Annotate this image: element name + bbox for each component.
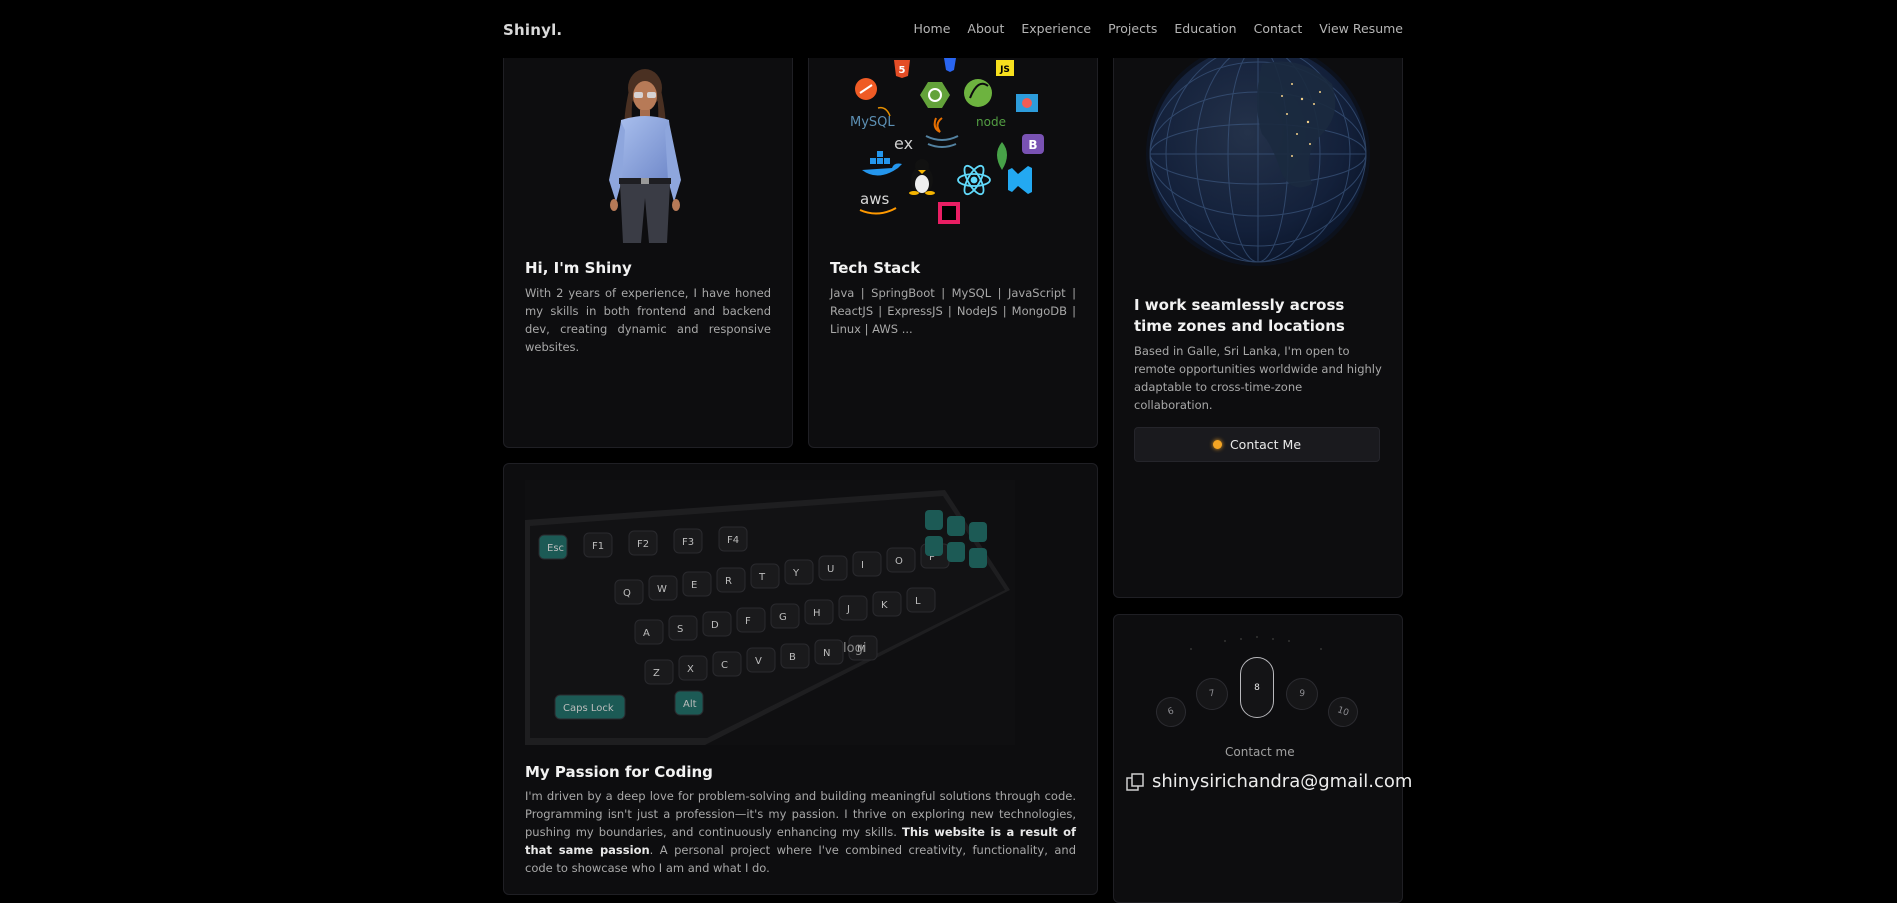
aws-icon: aws [859,190,897,215]
mongodb-icon [997,142,1007,170]
svg-text:5: 5 [899,65,906,76]
keyboard-key-label: Z [653,668,660,679]
keyboard-key-label: F [745,616,751,627]
keyboard-key-label: A [643,628,650,639]
nodejs-icon: node [976,115,1006,129]
keyboard-key-label: Esc [547,543,564,554]
avatar-illustration [609,69,681,243]
keyboard-key-label: T [758,572,766,583]
keyboard-side-key [969,548,987,568]
intellij-icon [938,202,960,224]
keyboard-key [736,607,766,633]
top-navbar: Shinyl. Home About Experience Projects E… [0,0,1897,58]
keyboard-key-label: J [846,604,850,615]
globe-text: Based in Galle, Sri Lanka, I'm open to r… [1134,344,1382,412]
keyboard-key-label: I [861,560,864,571]
keyboard-side-key [925,536,943,556]
javascript-icon: JS [996,60,1014,76]
spring-icon [964,79,992,107]
keyboard-brand-label: logi [843,641,866,656]
postman-icon [855,78,877,100]
status-dot-icon [1212,440,1222,449]
express-icon: ex [894,134,913,153]
nav-view-resume[interactable]: View Resume [1319,21,1403,36]
nav-menu: Home About Experience Projects Education… [913,21,1403,36]
intro-title: Hi, I'm Shiny [525,259,632,277]
keyboard-key [906,587,936,613]
nav-education[interactable]: Education [1174,21,1236,36]
email-address[interactable]: shinysirichandra@gmail.com [1152,771,1412,792]
keyboard-side-key [947,542,965,562]
spring-boot-icon [920,82,950,108]
keyboard-key-label: K [881,600,888,611]
nav-home[interactable]: Home [913,21,950,36]
keyboard-illustration: Esc F1 F2 F3 F4Q W E R T Y U I O PA S D F G H J K LZ X C V B N MCap… [525,480,1015,745]
keyboard-key-label: S [677,624,683,635]
site-logo[interactable]: Shinyl. [503,21,562,39]
keyboard-key-label: F1 [592,541,604,552]
passion-title: My Passion for Coding [525,763,713,781]
keyboard-key-label: D [711,620,719,631]
contact-me-label: Contact Me [1229,437,1302,452]
keyboard-key-label: R [725,576,732,587]
keyboard-key-label: F3 [682,537,694,548]
keyboard-key-label: O [895,556,903,567]
docker-icon [862,151,902,176]
nav-contact[interactable]: Contact [1254,21,1303,36]
keyboard-key-label: Y [792,568,800,579]
keyboard-key-label: W [657,584,667,595]
nav-experience[interactable]: Experience [1021,21,1091,36]
react-icon [957,164,991,196]
keyboard-key-label: N [823,648,830,659]
svg-text:node: node [976,115,1006,129]
tech-logos-cloud: 5 JS MySQL node ex B aws [850,58,1044,224]
svg-text:B: B [1028,138,1037,152]
keyboard-key-label: E [691,580,697,591]
keyboard-key-label: Alt [683,699,697,710]
email-row: shinysirichandra@gmail.com [1126,771,1412,792]
passion-text: I'm driven by a deep love for problem-so… [525,789,1076,875]
keyboard-key-label: H [813,608,821,619]
vscode-icon [1008,166,1032,194]
svg-text:ex: ex [894,134,913,153]
keyboard-key-label: F2 [637,539,649,550]
keyboard-side-key [947,516,965,536]
keyboard-key-label: L [915,596,921,607]
svg-text:aws: aws [860,190,889,208]
html5-icon: 5 [894,60,910,78]
bootstrap-icon: B [1022,134,1044,154]
css3-icon [944,58,956,72]
intro-text: With 2 years of experience, I have honed… [525,286,771,354]
tech-stack-title: Tech Stack [830,259,921,277]
keyboard-key [852,551,882,577]
redux-devtools-icon [1016,94,1038,112]
keyboard-key-label: F4 [727,535,739,546]
keyboard-side-key [969,522,987,542]
keyboard-key-label: U [827,564,834,575]
copy-icon[interactable] [1126,772,1144,791]
keyboard-key-label: C [721,660,728,671]
contact-me-caption: Contact me [1225,745,1295,759]
keyboard-key-label: B [789,652,796,663]
keyboard-key-label: V [755,656,762,667]
keyboard-key-label: X [687,664,694,675]
svg-text:JS: JS [999,65,1010,75]
nav-about[interactable]: About [967,21,1004,36]
mysql-icon: MySQL [850,106,895,130]
java-icon [925,117,959,148]
keyboard-key-label: Caps Lock [563,703,614,714]
keyboard-key-label: Q [623,588,631,599]
globe-title: I work seamlessly across time zones and … [1134,296,1345,335]
keyboard-side-key [925,510,943,530]
linux-icon [909,159,935,195]
contact-me-button[interactable]: Contact Me [1134,427,1380,462]
svg-text:MySQL: MySQL [850,115,895,130]
dial-option-8-selected[interactable]: 8 [1240,657,1274,718]
globe-illustration [1146,44,1370,266]
tech-stack-text: Java | SpringBoot | MySQL | JavaScript |… [830,286,1076,336]
nav-projects[interactable]: Projects [1108,21,1157,36]
keyboard-key-label: G [779,612,787,623]
keyboard-key [838,595,868,621]
